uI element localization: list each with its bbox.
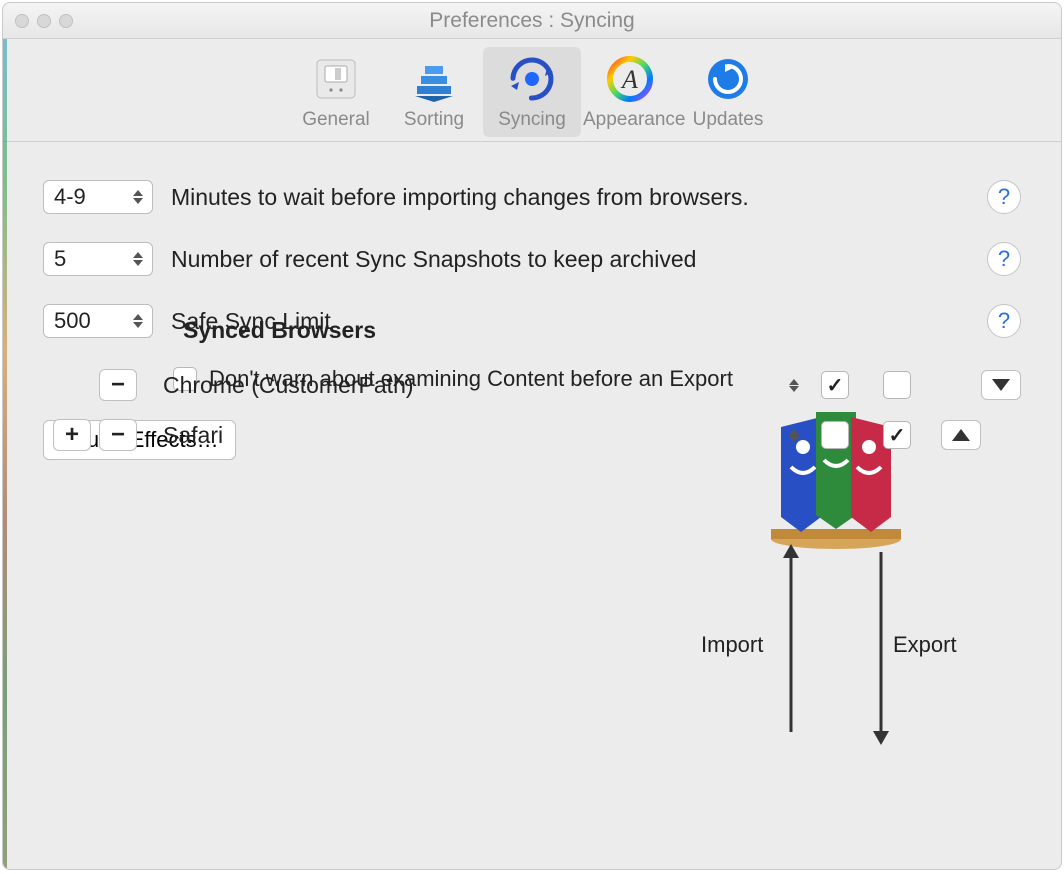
snapshots-value: 5 <box>54 246 66 272</box>
updates-icon <box>700 51 756 107</box>
minutes-value: 4-9 <box>54 184 86 210</box>
help-icon: ? <box>998 246 1010 272</box>
snapshots-label: Number of recent Sync Snapshots to keep … <box>171 246 987 273</box>
browser-row-chrome: − Chrome (CustomerPath) <box>53 360 1021 410</box>
help-minutes-button[interactable]: ? <box>987 180 1021 214</box>
tab-syncing[interactable]: Syncing <box>483 47 581 137</box>
import-checkbox[interactable] <box>821 421 849 449</box>
import-checkbox[interactable] <box>821 371 849 399</box>
help-icon: ? <box>998 184 1010 210</box>
synced-browsers-section: Synced Browsers − Chrome (CustomerPath) … <box>53 317 1021 460</box>
import-export-diagram: Import Export <box>721 542 951 742</box>
snapshots-stepper[interactable]: 5 <box>43 242 153 276</box>
plus-icon: + <box>65 423 79 447</box>
tab-general[interactable]: General <box>287 47 385 137</box>
synced-browsers-title: Synced Browsers <box>183 317 1021 344</box>
reorder-stepper[interactable] <box>779 379 809 392</box>
browser-row-safari: + − Safari <box>53 410 1021 460</box>
general-icon <box>308 51 364 107</box>
window-title: Preferences : Syncing <box>3 9 1061 33</box>
minutes-label: Minutes to wait before importing changes… <box>171 184 987 211</box>
minutes-row: 4-9 Minutes to wait before importing cha… <box>43 180 1021 214</box>
chevron-up-icon <box>952 429 970 441</box>
add-browser-button[interactable]: + <box>53 419 91 451</box>
export-checkbox[interactable] <box>883 371 911 399</box>
stepper-arrows-icon <box>128 185 148 209</box>
syncing-panel: 4-9 Minutes to wait before importing cha… <box>3 142 1061 480</box>
browser-name: Chrome (CustomerPath) <box>163 372 779 399</box>
help-snapshots-button[interactable]: ? <box>987 242 1021 276</box>
tab-syncing-label: Syncing <box>485 109 579 131</box>
minus-icon: − <box>111 423 125 447</box>
tab-general-label: General <box>289 109 383 131</box>
minutes-stepper[interactable]: 4-9 <box>43 180 153 214</box>
minus-icon: − <box>111 373 125 397</box>
minimize-window-button[interactable] <box>37 14 51 28</box>
sorting-icon <box>406 51 462 107</box>
traffic-lights <box>3 14 73 28</box>
reorder-stepper[interactable] <box>779 429 809 442</box>
tab-sorting[interactable]: Sorting <box>385 47 483 137</box>
tab-updates[interactable]: Updates <box>679 47 777 137</box>
tab-sorting-label: Sorting <box>387 109 481 131</box>
disclosure-button[interactable] <box>981 370 1021 400</box>
disclosure-button[interactable] <box>941 420 981 450</box>
close-window-button[interactable] <box>15 14 29 28</box>
tab-appearance-label: Appearance <box>583 109 677 131</box>
tab-updates-label: Updates <box>681 109 775 131</box>
import-label: Import <box>701 632 763 658</box>
titlebar: Preferences : Syncing <box>3 3 1061 39</box>
appearance-icon: A <box>602 51 658 107</box>
chevron-down-icon <box>992 379 1010 391</box>
remove-browser-button[interactable]: − <box>99 419 137 451</box>
zoom-window-button[interactable] <box>59 14 73 28</box>
remove-browser-button[interactable]: − <box>99 369 137 401</box>
preferences-toolbar: General Sorting <box>3 39 1061 142</box>
svg-text:A: A <box>620 65 638 94</box>
preferences-window: Preferences : Syncing General <box>2 2 1062 870</box>
export-checkbox[interactable] <box>883 421 911 449</box>
export-label: Export <box>893 632 957 658</box>
stepper-arrows-icon <box>128 247 148 271</box>
snapshots-row: 5 Number of recent Sync Snapshots to kee… <box>43 242 1021 276</box>
browser-name: Safari <box>163 422 779 449</box>
syncing-icon <box>504 51 560 107</box>
tab-appearance[interactable]: A Appearance <box>581 47 679 137</box>
